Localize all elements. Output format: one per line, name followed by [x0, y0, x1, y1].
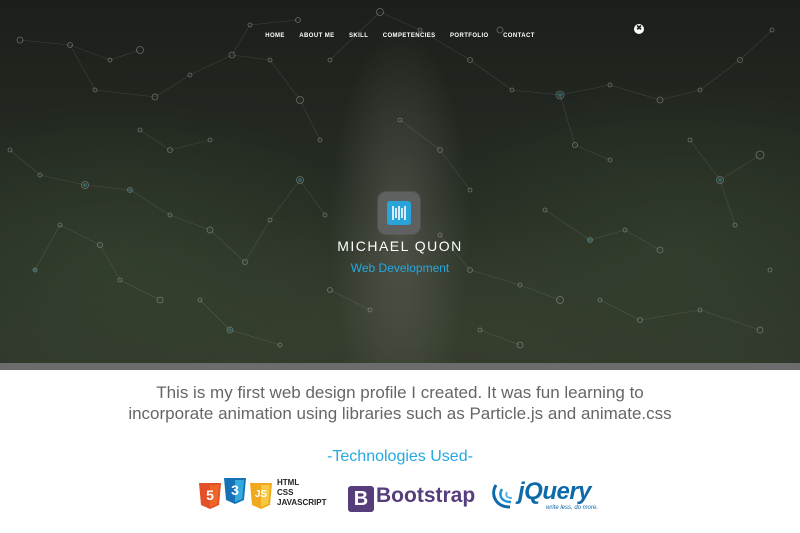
logo-icon — [378, 192, 420, 234]
bootstrap-label: Bootstrap — [376, 484, 476, 507]
nav-portfolio[interactable]: PORTFOLIO — [450, 33, 489, 39]
html5-number: 5 — [206, 487, 214, 503]
html5-icon: 5 — [199, 483, 221, 509]
project-description: This is my first web design profile I cr… — [128, 383, 672, 423]
stack-javascript: JAVASCRIPT — [277, 498, 327, 507]
hero-overlay — [0, 0, 800, 363]
nav-skill[interactable]: SKILL — [349, 33, 368, 39]
nav-home[interactable]: HOME — [265, 33, 285, 39]
javascript-icon: JS — [250, 483, 272, 509]
stack-css: CSS — [277, 488, 294, 497]
jquery-icon — [492, 484, 513, 509]
close-icon[interactable]: ✖ — [634, 24, 644, 34]
css3-icon: 3 — [224, 478, 246, 504]
top-nav: HOME ABOUT ME SKILL COMPETENCIES PORTFOL… — [0, 24, 800, 42]
hero-section — [0, 0, 800, 363]
hero-name: MICHAEL QUON — [337, 238, 463, 254]
jquery-label: jQuery — [518, 478, 592, 505]
logo-glyph — [392, 206, 406, 220]
web-stack-labels: HTML CSS JAVASCRIPT — [277, 478, 327, 508]
hero-subtitle: Web Development — [350, 261, 450, 275]
technologies-title: -Technologies Used- — [327, 448, 473, 465]
bootstrap-icon: B — [348, 486, 374, 512]
css3-number: 3 — [231, 482, 239, 498]
javascript-number: JS — [254, 489, 268, 500]
nav-contact[interactable]: CONTACT — [503, 33, 535, 39]
jquery-tagline: write less, do more. — [546, 505, 599, 511]
nav-about-me[interactable]: ABOUT ME — [299, 33, 334, 39]
nav-competencies[interactable]: COMPETENCIES — [383, 33, 436, 39]
logo-mark — [387, 201, 411, 225]
section-divider — [0, 363, 800, 370]
stack-html: HTML — [277, 478, 300, 487]
